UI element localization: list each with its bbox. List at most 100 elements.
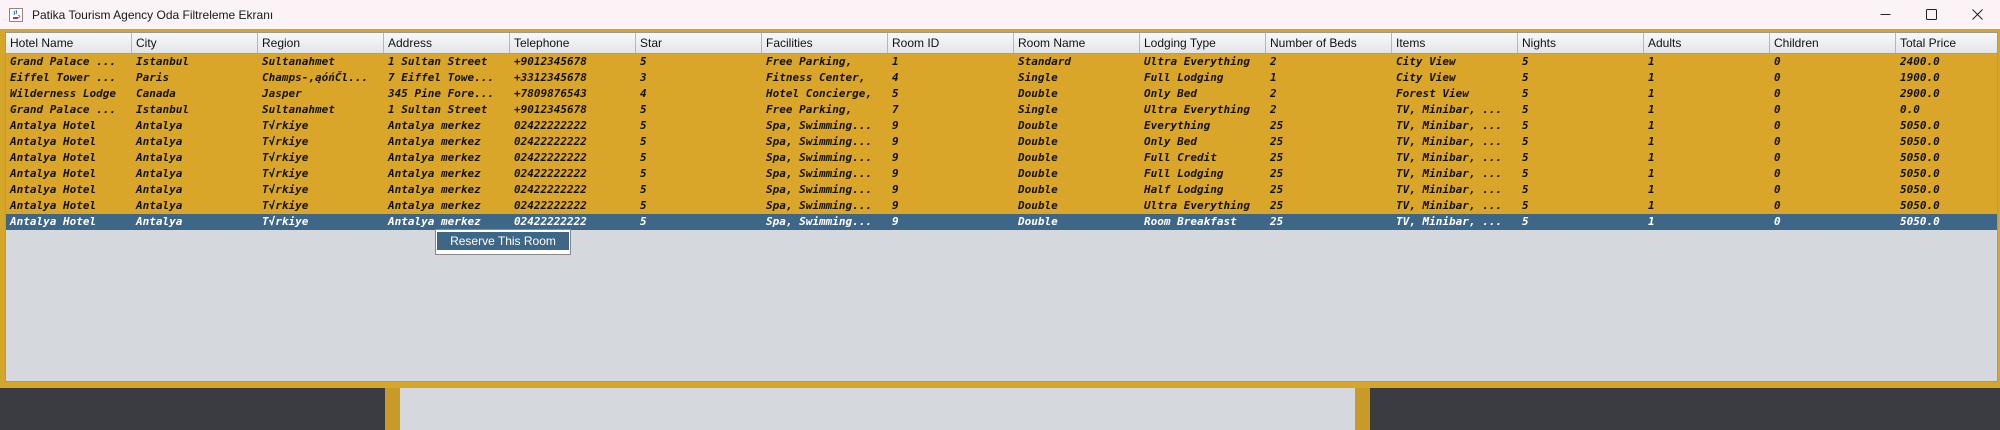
close-icon[interactable]	[1954, 0, 2000, 29]
column-header-region[interactable]: Region	[258, 33, 384, 53]
column-header-address[interactable]: Address	[384, 33, 510, 53]
title-bar[interactable]: Patika Tourism Agency Oda Filtreleme Ekr…	[0, 0, 2000, 29]
cell-telephone: 02422222222	[514, 167, 587, 180]
cell-region: T√rkiye	[262, 183, 309, 196]
cell-total-price: 5050.0	[1900, 135, 1940, 148]
cell-number-of-beds: 25	[1270, 151, 1284, 164]
column-header-star[interactable]: Star	[636, 33, 762, 53]
cell-city: Canada	[136, 87, 176, 100]
cell-adults: 1	[1648, 199, 1655, 212]
column-header-hotel-name[interactable]: Hotel Name	[6, 33, 132, 53]
cell-city: Paris	[136, 71, 170, 84]
minimize-icon[interactable]	[1862, 0, 1908, 29]
cell-star: 5	[640, 103, 647, 116]
column-header-telephone[interactable]: Telephone	[510, 33, 636, 53]
column-header-lodging-type[interactable]: Lodging Type	[1140, 33, 1266, 53]
cell-hotel-name: Antalya Hotel	[10, 199, 97, 212]
cell-star: 5	[640, 167, 647, 180]
cell-room-name: Single	[1018, 71, 1058, 84]
table-row[interactable]: Grand Palace ... Istanbul Sultanahmet 1 Sul…	[6, 54, 1997, 70]
cell-address: 7 Eiffel Towe...	[388, 71, 494, 84]
cell-adults: 1	[1648, 71, 1655, 84]
column-header-adults[interactable]: Adults	[1644, 33, 1770, 53]
cell-hotel-name: Antalya Hotel	[10, 215, 97, 228]
cell-address: Antalya merkez	[388, 151, 481, 164]
cell-telephone: +9012345678	[514, 55, 587, 68]
column-header-city[interactable]: City	[132, 33, 258, 53]
rooms-table[interactable]: Hotel Name City Region Address Telephone Star…	[5, 32, 1998, 382]
column-header-room-id[interactable]: Room ID	[888, 33, 1014, 53]
cell-telephone: 02422222222	[514, 119, 587, 132]
main-window: Patika Tourism Agency Oda Filtreleme Ekr…	[0, 0, 2000, 388]
cell-total-price: 0.0	[1900, 103, 1920, 116]
cell-facilities: Free Parking,	[766, 103, 853, 116]
java-cup-icon	[8, 7, 24, 23]
cell-nights: 5	[1522, 151, 1529, 164]
cell-city: Istanbul	[136, 103, 189, 116]
table-row[interactable]: Antalya Hotel Antalya T√rkiye Antalya merke…	[6, 198, 1997, 214]
table-row[interactable]: Antalya Hotel Antalya T√rkiye Antalya merke…	[6, 134, 1997, 150]
column-header-number-of-beds[interactable]: Number of Beds	[1266, 33, 1392, 53]
cell-hotel-name: Antalya Hotel	[10, 119, 97, 132]
cell-room-name: Double	[1018, 151, 1058, 164]
cell-lodging-type: Full Lodging	[1144, 167, 1224, 180]
cell-city: Antalya	[136, 215, 183, 228]
cell-lodging-type: Only Bed	[1144, 135, 1197, 148]
cell-room-name: Double	[1018, 119, 1058, 132]
cell-facilities: Free Parking,	[766, 55, 853, 68]
cell-address: Antalya merkez	[388, 199, 481, 212]
cell-lodging-type: Full Credit	[1144, 151, 1217, 164]
cell-facilities: Spa, Swimming...	[766, 135, 872, 148]
cell-number-of-beds: 25	[1270, 167, 1284, 180]
cell-room-name: Double	[1018, 183, 1058, 196]
column-header-nights[interactable]: Nights	[1518, 33, 1644, 53]
table-row[interactable]: Antalya Hotel Antalya T√rkiye Antalya merke…	[6, 214, 1997, 230]
cell-star: 4	[640, 87, 647, 100]
table-row[interactable]: Grand Palace ... Istanbul Sultanahmet 1 Sul…	[6, 102, 1997, 118]
cell-facilities: Spa, Swimming...	[766, 215, 872, 228]
cell-facilities: Spa, Swimming...	[766, 151, 872, 164]
column-header-room-name[interactable]: Room Name	[1014, 33, 1140, 53]
cell-number-of-beds: 2	[1270, 103, 1277, 116]
cell-city: Antalya	[136, 135, 183, 148]
cell-room-id: 9	[892, 135, 899, 148]
cell-star: 5	[640, 215, 647, 228]
column-header-items[interactable]: Items	[1392, 33, 1518, 53]
cell-room-id: 9	[892, 183, 899, 196]
cell-lodging-type: Ultra Everything	[1144, 55, 1250, 68]
column-header-total-price[interactable]: Total Price	[1896, 33, 1997, 53]
cell-facilities: Spa, Swimming...	[766, 167, 872, 180]
cell-number-of-beds: 25	[1270, 215, 1284, 228]
cell-children: 0	[1774, 119, 1781, 132]
table-row[interactable]: Antalya Hotel Antalya T√rkiye Antalya merke…	[6, 166, 1997, 182]
cell-address: 1 Sultan Street	[388, 103, 488, 116]
cell-total-price: 2400.0	[1900, 55, 1940, 68]
cell-telephone: 02422222222	[514, 215, 587, 228]
cell-room-name: Double	[1018, 215, 1058, 228]
cell-star: 5	[640, 135, 647, 148]
table-row[interactable]: Antalya Hotel Antalya T√rkiye Antalya merke…	[6, 182, 1997, 198]
cell-total-price: 5050.0	[1900, 215, 1940, 228]
cell-number-of-beds: 2	[1270, 55, 1277, 68]
cell-facilities: Spa, Swimming...	[766, 119, 872, 132]
cell-nights: 5	[1522, 183, 1529, 196]
table-row[interactable]: Antalya Hotel Antalya T√rkiye Antalya merke…	[6, 150, 1997, 166]
table-row[interactable]: Antalya Hotel Antalya T√rkiye Antalya merke…	[6, 118, 1997, 134]
table-row[interactable]: Wilderness Lodge Canada Jasper 345 Pine For…	[6, 86, 1997, 102]
cell-children: 0	[1774, 215, 1781, 228]
cell-region: Sultanahmet	[262, 103, 335, 116]
cell-room-id: 5	[892, 87, 899, 100]
cell-children: 0	[1774, 151, 1781, 164]
cell-adults: 1	[1648, 151, 1655, 164]
cell-items: City View	[1396, 55, 1456, 68]
cell-lodging-type: Full Lodging	[1144, 71, 1224, 84]
cell-room-name: Double	[1018, 167, 1058, 180]
cell-children: 0	[1774, 103, 1781, 116]
table-row[interactable]: Eiffel Tower ... Paris Champs-,ąóńČl... 7 E…	[6, 70, 1997, 86]
maximize-icon[interactable]	[1908, 0, 1954, 29]
column-header-facilities[interactable]: Facilities	[762, 33, 888, 53]
reserve-room-menu-item[interactable]: Reserve This Room	[437, 232, 569, 250]
column-header-children[interactable]: Children	[1770, 33, 1896, 53]
table-header: Hotel Name City Region Address Telephone Star…	[6, 33, 1997, 54]
cell-room-id: 9	[892, 215, 899, 228]
